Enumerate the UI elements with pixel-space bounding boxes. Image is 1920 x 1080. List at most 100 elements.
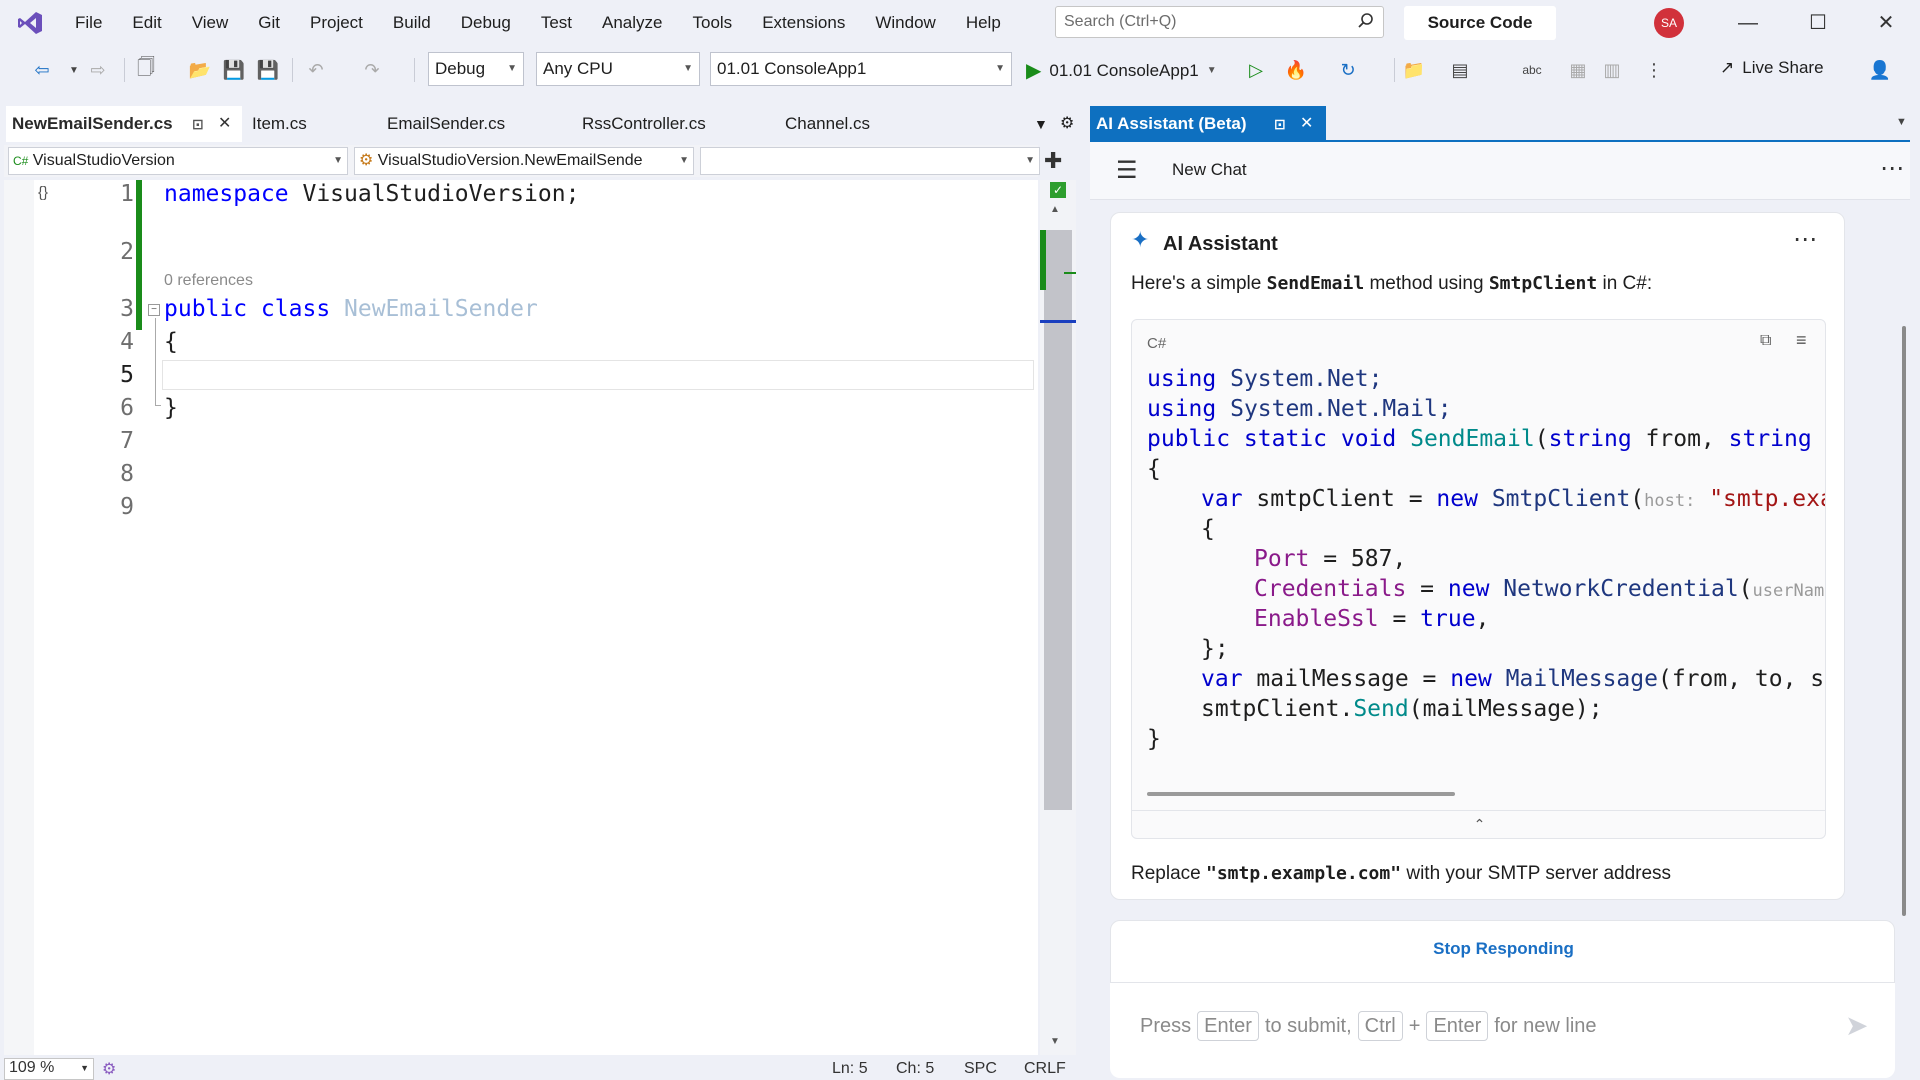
- intellicode-icon[interactable]: ⚙: [102, 1059, 116, 1079]
- start-debug-button[interactable]: ▶ 01.01 ConsoleApp1 ▼: [1026, 58, 1217, 83]
- back-dropdown-icon[interactable]: ▼: [62, 58, 86, 82]
- pin-icon[interactable]: ⊡: [192, 106, 204, 142]
- save-icon[interactable]: 💾: [222, 58, 246, 82]
- zoom-select[interactable]: 109 % ▼: [4, 1058, 94, 1080]
- column-indicator[interactable]: Ch: 5: [896, 1060, 934, 1078]
- csharp-project-icon: C#: [13, 154, 29, 168]
- code-block: C# ⧉ ≡ using System.Net; using System.Ne…: [1131, 319, 1826, 839]
- snippet-line: {: [1201, 516, 1215, 542]
- toolbar-overflow-icon[interactable]: ⋮: [1642, 58, 1666, 82]
- change-marker: [1040, 230, 1046, 290]
- folder-view-icon[interactable]: 📁: [1402, 58, 1426, 82]
- tab-label: NewEmailSender.cs: [12, 114, 173, 133]
- line-number: 7: [120, 428, 134, 454]
- start-without-debug-icon[interactable]: ▷: [1244, 58, 1268, 82]
- visual-studio-logo-icon[interactable]: [0, 0, 60, 46]
- back-icon[interactable]: ⇦: [30, 58, 54, 82]
- tab-rsscontroller[interactable]: RssController.cs: [582, 106, 706, 142]
- tab-list-dropdown-icon[interactable]: ▼: [1034, 106, 1048, 142]
- maximize-icon[interactable]: ☐: [1784, 0, 1852, 46]
- close-icon[interactable]: ✕: [1852, 0, 1920, 46]
- split-editor-icon[interactable]: ✚: [1044, 148, 1062, 174]
- stop-responding-button[interactable]: Stop Responding: [1111, 939, 1896, 959]
- save-all-icon[interactable]: 💾: [256, 58, 280, 82]
- tab-ai-assistant[interactable]: AI Assistant (Beta) ⊡ ✕: [1090, 106, 1326, 142]
- close-tab-icon[interactable]: ✕: [218, 106, 231, 142]
- menu-project[interactable]: Project: [295, 0, 378, 46]
- line-ending-indicator[interactable]: CRLF: [1024, 1060, 1066, 1078]
- avatar[interactable]: SA: [1654, 8, 1684, 38]
- menu-help[interactable]: Help: [951, 0, 1016, 46]
- type-dropdown[interactable]: ⚙ VisualStudioVersion.NewEmailSende ▼: [354, 147, 694, 175]
- tab-emailsender[interactable]: EmailSender.cs: [387, 106, 505, 142]
- scroll-down-icon[interactable]: ▼: [1050, 1036, 1060, 1047]
- comment-icon[interactable]: ▦: [1566, 58, 1590, 82]
- editor-vertical-scrollbar[interactable]: ✓ ▲ ▼: [1040, 180, 1076, 1055]
- platform-select[interactable]: Any CPU ▼: [536, 52, 700, 86]
- no-issues-check-icon[interactable]: ✓: [1050, 182, 1066, 198]
- navigation-bar: C# VisualStudioVersion ▼ ⚙ VisualStudioVe…: [4, 145, 1040, 177]
- send-icon[interactable]: ➤: [1845, 1009, 1868, 1042]
- menu-test[interactable]: Test: [526, 0, 587, 46]
- class-icon: ⚙: [359, 152, 374, 169]
- feedback-icon[interactable]: 👤: [1868, 58, 1892, 82]
- hot-reload-icon[interactable]: 🔥: [1284, 58, 1308, 82]
- codelens-references[interactable]: 0 references: [164, 272, 253, 290]
- horizontal-scrollbar-thumb[interactable]: [1147, 792, 1455, 796]
- hamburger-menu-icon[interactable]: ☰: [1116, 156, 1138, 185]
- collapse-icon[interactable]: −: [148, 304, 160, 316]
- toolbar: ⇦ ▼ ⇨ 🗍 📂 💾 💾 ↶ ↷ Debug ▼ Any CPU ▼ 01.01 …: [0, 46, 1920, 94]
- menu-view[interactable]: View: [177, 0, 244, 46]
- panel-dropdown-icon[interactable]: ▼: [1896, 116, 1907, 128]
- menu-window[interactable]: Window: [860, 0, 950, 46]
- menu-tools[interactable]: Tools: [678, 0, 748, 46]
- outline-guide: [155, 318, 161, 406]
- line-number: 9: [120, 494, 134, 520]
- tab-settings-gear-icon[interactable]: ⚙: [1060, 106, 1074, 142]
- tab-newemailsender[interactable]: NewEmailSender.cs ⊡ ✕: [6, 106, 242, 142]
- menu-debug[interactable]: Debug: [446, 0, 526, 46]
- collapse-code-icon[interactable]: ⌃: [1132, 810, 1825, 838]
- search-input[interactable]: Search (Ctrl+Q): [1055, 6, 1384, 38]
- pin-icon[interactable]: ⊡: [1274, 106, 1286, 142]
- menu-build[interactable]: Build: [378, 0, 446, 46]
- menu-edit[interactable]: Edit: [117, 0, 176, 46]
- copy-icon[interactable]: ⧉: [1760, 332, 1771, 350]
- chat-scrollbar-thumb[interactable]: [1902, 326, 1906, 916]
- code-editor[interactable]: {} 1 2 3 4 5 6 7 8 9 − namespace VisualS…: [4, 180, 1038, 1055]
- menu-analyze[interactable]: Analyze: [587, 0, 677, 46]
- undo-icon[interactable]: ↶: [304, 58, 328, 82]
- change-tracking-bar: [136, 180, 142, 330]
- menu-extensions[interactable]: Extensions: [747, 0, 860, 46]
- intro-text: method using: [1364, 273, 1489, 294]
- scroll-up-icon[interactable]: ▲: [1050, 204, 1060, 215]
- new-project-icon[interactable]: 🗍: [134, 57, 158, 82]
- live-share-button[interactable]: ↗ Live Share: [1720, 58, 1824, 78]
- close-panel-icon[interactable]: ✕: [1300, 106, 1313, 142]
- spell-check-icon[interactable]: abc: [1520, 58, 1544, 82]
- redo-icon[interactable]: ↷: [360, 58, 384, 82]
- startup-project-select[interactable]: 01.01 ConsoleApp1 ▼: [710, 52, 1012, 86]
- chat-input[interactable]: Press Enter to submit, Ctrl + Enter for …: [1110, 982, 1895, 1078]
- scrollbar-thumb[interactable]: [1044, 230, 1072, 810]
- uncomment-icon[interactable]: ▥: [1600, 58, 1624, 82]
- menu-file[interactable]: File: [60, 0, 117, 46]
- refresh-icon[interactable]: ↻: [1336, 58, 1360, 82]
- forward-icon[interactable]: ⇨: [86, 58, 110, 82]
- caret-position-marker: [1040, 320, 1076, 323]
- tab-channel[interactable]: Channel.cs: [785, 106, 870, 142]
- layout-icon[interactable]: ▤: [1448, 58, 1472, 82]
- configuration-select[interactable]: Debug ▼: [428, 52, 524, 86]
- whitespace-indicator[interactable]: SPC: [964, 1060, 997, 1078]
- more-options-icon[interactable]: ⋯: [1880, 154, 1904, 183]
- menu-git[interactable]: Git: [243, 0, 295, 46]
- open-folder-icon[interactable]: 📂: [188, 58, 212, 82]
- minimize-icon[interactable]: —: [1714, 0, 1782, 46]
- line-indicator[interactable]: Ln: 5: [832, 1060, 868, 1078]
- insert-code-icon[interactable]: ≡: [1796, 330, 1807, 351]
- project-dropdown[interactable]: C# VisualStudioVersion ▼: [8, 147, 348, 175]
- source-code-button[interactable]: Source Code: [1404, 6, 1556, 40]
- message-options-icon[interactable]: ⋯: [1793, 225, 1817, 254]
- tab-item[interactable]: Item.cs: [252, 106, 307, 142]
- member-dropdown[interactable]: ▼: [700, 147, 1040, 175]
